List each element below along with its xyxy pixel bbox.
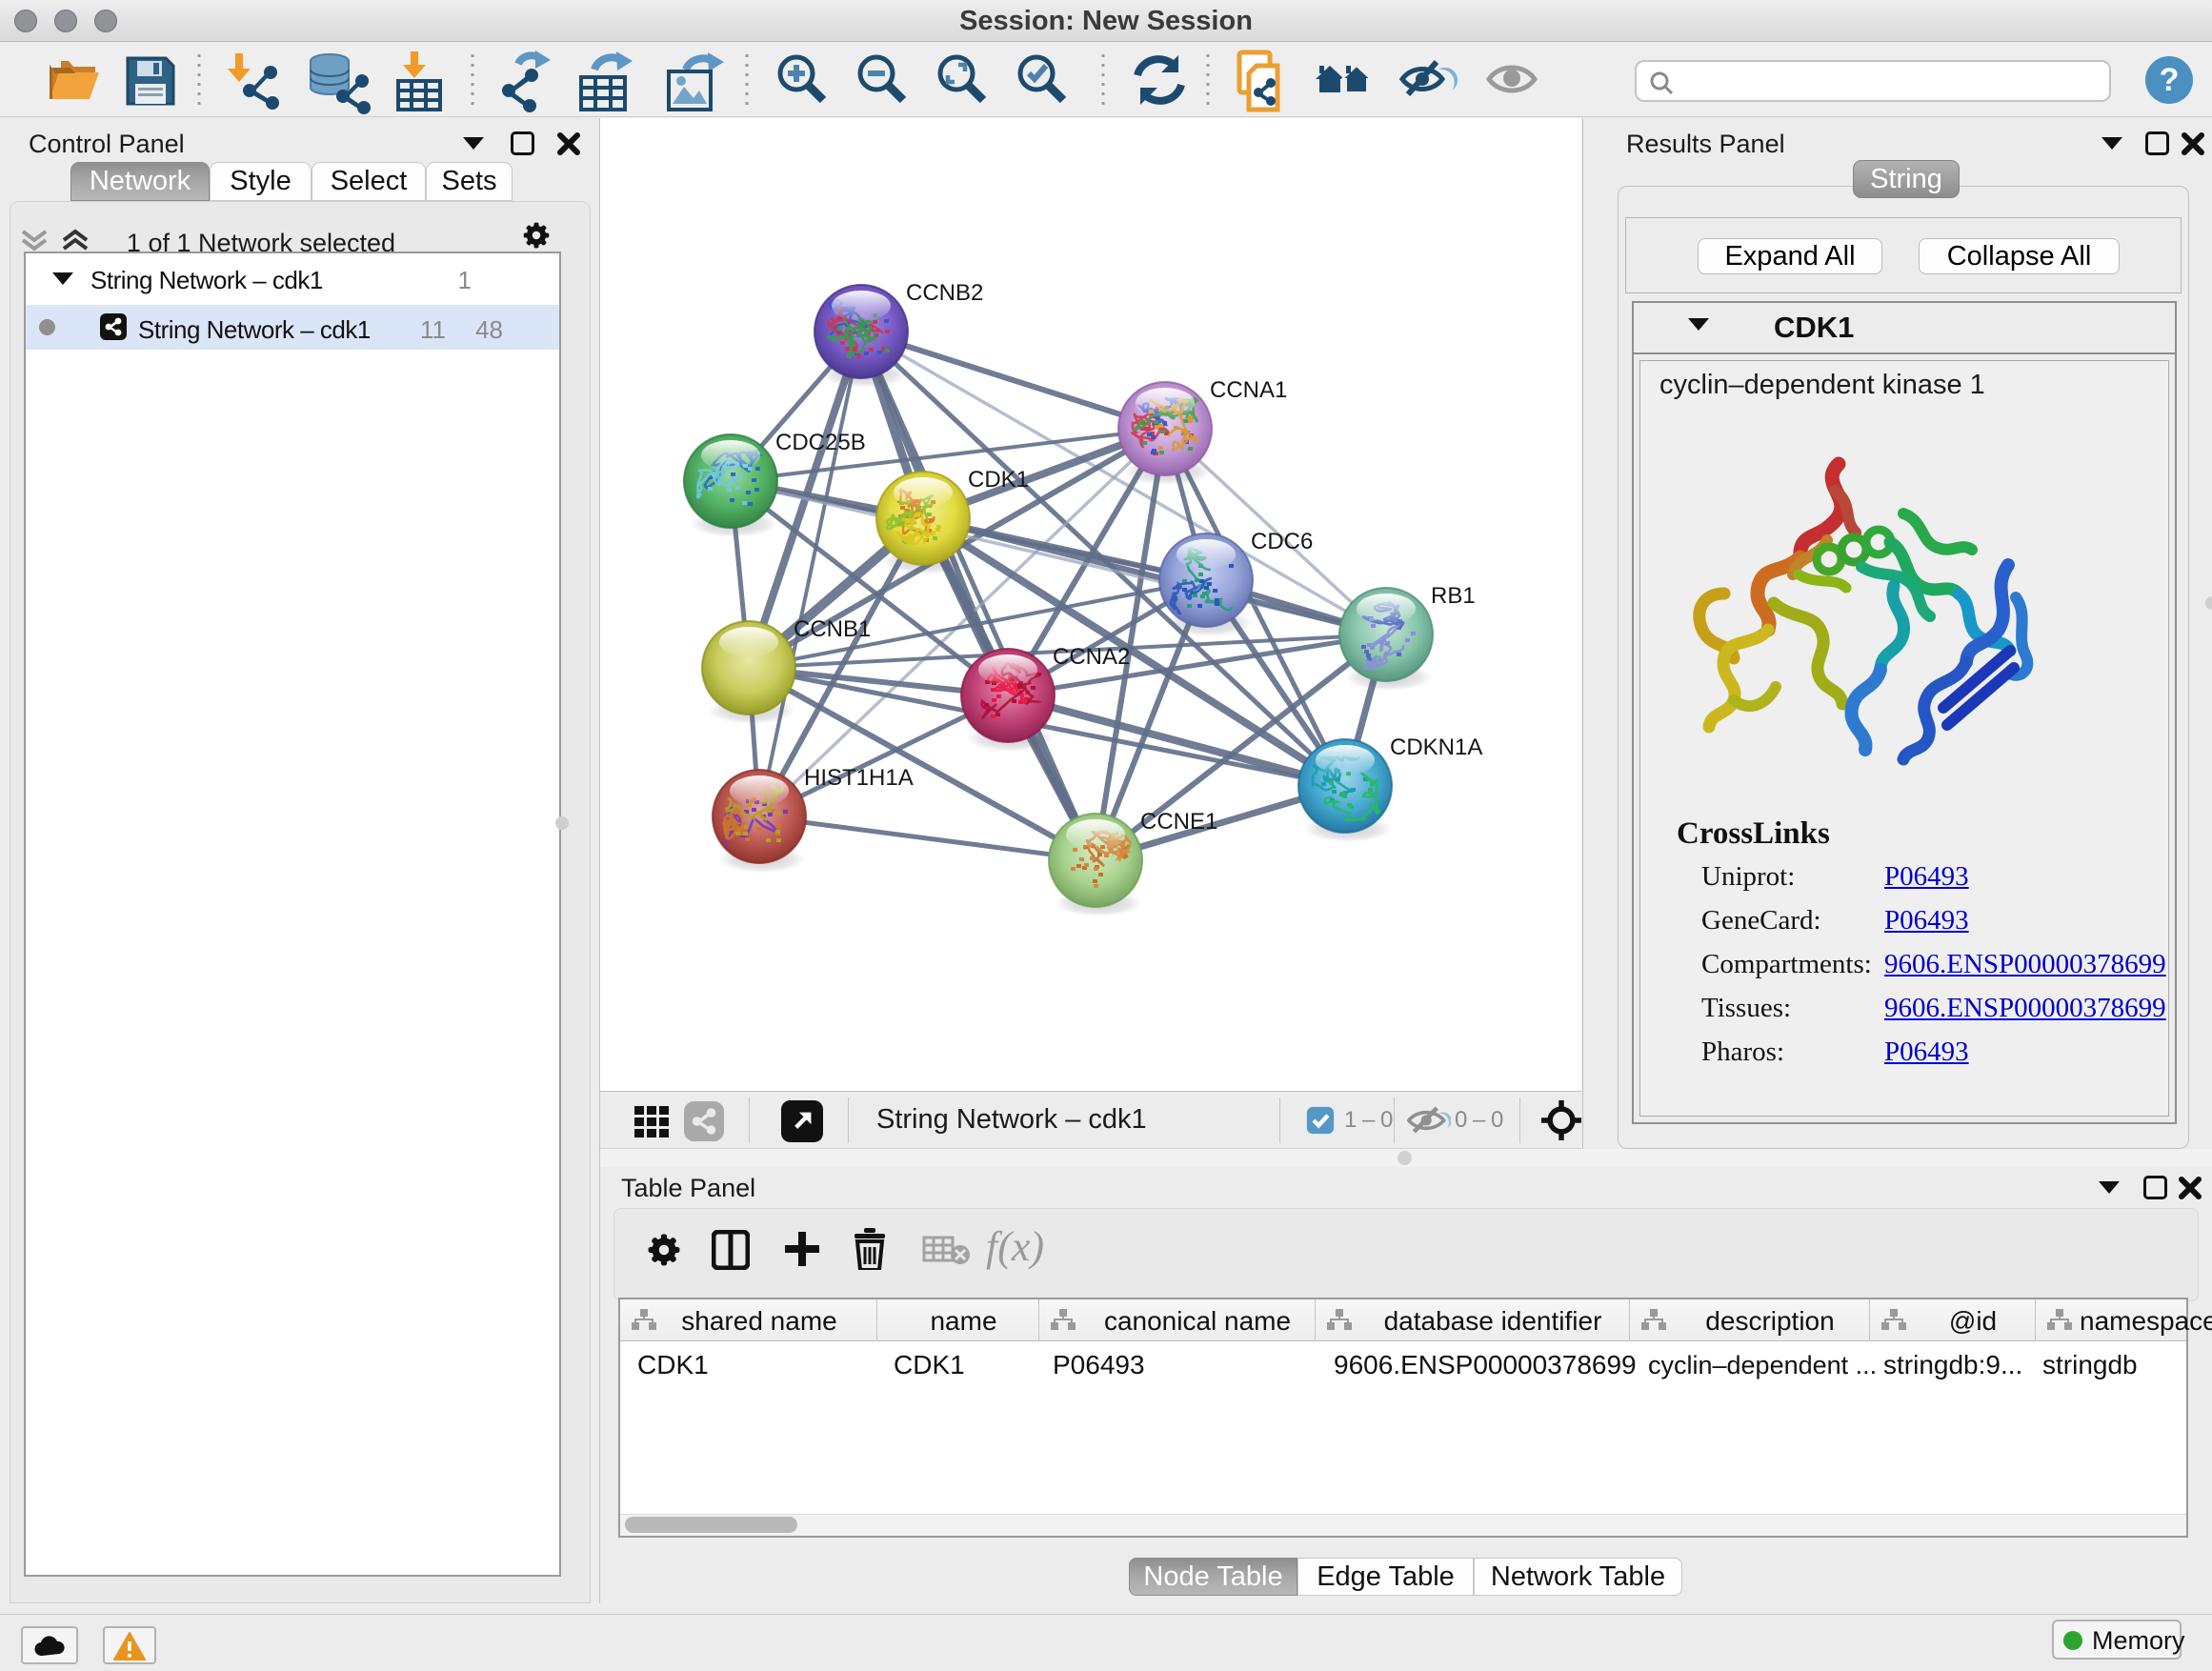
svg-text:CCNE1: CCNE1 <box>1140 809 1217 835</box>
svg-text:RB1: RB1 <box>1431 583 1476 609</box>
svg-text:CDK1: CDK1 <box>968 467 1029 493</box>
svg-text:CCNA2: CCNA2 <box>1053 644 1130 670</box>
svg-text:CDC6: CDC6 <box>1251 529 1313 554</box>
svg-text:HIST1H1A: HIST1H1A <box>804 765 914 791</box>
svg-text:CCNB2: CCNB2 <box>906 280 983 306</box>
svg-text:CDC25B: CDC25B <box>775 430 866 455</box>
svg-text:CCNB1: CCNB1 <box>794 616 871 642</box>
svg-text:CCNA1: CCNA1 <box>1210 377 1287 403</box>
svg-text:CDKN1A: CDKN1A <box>1390 735 1482 760</box>
